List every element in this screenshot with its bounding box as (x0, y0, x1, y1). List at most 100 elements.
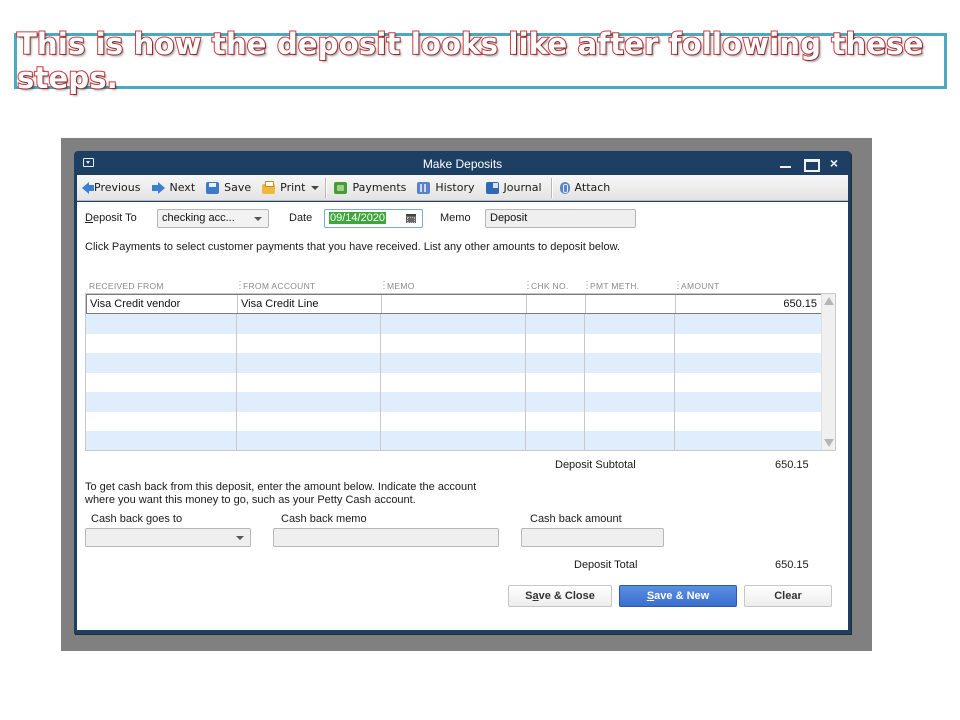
save-new-label-post: ave & New (654, 590, 710, 602)
calendar-icon[interactable] (406, 214, 416, 223)
table-row[interactable] (86, 392, 822, 412)
cash-back-memo-field[interactable] (273, 528, 499, 547)
payments-button[interactable]: Payments (334, 181, 406, 194)
grid-cell[interactable] (526, 353, 585, 373)
grid-cell[interactable] (526, 314, 585, 334)
chevron-down-icon (254, 217, 262, 221)
table-row[interactable] (86, 314, 822, 334)
grid-cell[interactable] (86, 353, 237, 373)
grid-cell[interactable] (86, 314, 237, 334)
save-button[interactable]: Save (206, 181, 251, 194)
journal-button[interactable]: Journal (485, 181, 542, 194)
cash-back-goes-to-select[interactable] (85, 528, 251, 547)
grid-cell[interactable] (381, 353, 526, 373)
grid-cell[interactable] (585, 333, 675, 353)
cell-amount[interactable]: 650.15 (676, 295, 821, 313)
cash-back-amount-field[interactable] (521, 528, 664, 547)
grid-cell[interactable] (526, 411, 585, 431)
grid-cell[interactable] (237, 314, 381, 334)
table-row[interactable] (86, 431, 822, 450)
next-button[interactable]: Next (151, 181, 195, 194)
grid-cell[interactable] (585, 392, 675, 412)
cash-back-memo-label: Cash back memo (281, 513, 367, 525)
grid-cell[interactable] (526, 431, 585, 450)
grid-cell[interactable] (585, 353, 675, 373)
grid-cell[interactable] (585, 411, 675, 431)
chevron-down-icon (236, 536, 244, 540)
grid-cell[interactable] (381, 411, 526, 431)
grid-cell[interactable] (526, 333, 585, 353)
grid-cell[interactable] (675, 314, 820, 334)
grid-cell[interactable] (526, 372, 585, 392)
print-button[interactable]: Print (262, 180, 305, 194)
grid-cell[interactable] (585, 372, 675, 392)
deposit-to-select[interactable]: checking acc... (157, 209, 269, 228)
save-close-label-pre: S (525, 590, 533, 602)
column-header-from-account[interactable]: FROM ACCOUNT (235, 280, 316, 291)
history-button[interactable]: History (417, 181, 475, 194)
cell-pmt-meth[interactable] (586, 295, 676, 313)
grid-cell[interactable] (86, 372, 237, 392)
grid-cell[interactable] (381, 372, 526, 392)
grid-cell[interactable] (237, 431, 381, 450)
payments-icon (334, 181, 348, 194)
grid-cell[interactable] (237, 392, 381, 412)
table-row[interactable] (86, 372, 822, 393)
date-field[interactable]: 09/14/2020 (324, 209, 423, 228)
grid-cell[interactable] (675, 431, 820, 450)
column-header-amount[interactable]: AMOUNT (673, 280, 720, 291)
save-new-button[interactable]: Save & New (619, 585, 737, 607)
grid-cell[interactable] (86, 333, 237, 353)
attach-button[interactable]: Attach (559, 181, 610, 194)
table-row[interactable] (86, 411, 822, 432)
column-header-memo[interactable]: MEMO (379, 280, 415, 291)
toolbar-separator (550, 177, 552, 198)
grid-scrollbar[interactable] (821, 294, 835, 450)
cash-back-instructions-line2: where you want this money to go, such as… (85, 494, 416, 506)
grid-cell[interactable] (675, 373, 820, 393)
grid-cell[interactable] (381, 431, 526, 450)
grid-cell[interactable] (86, 411, 237, 431)
grid-cell[interactable] (675, 334, 820, 354)
deposit-to-accel: D (85, 212, 93, 224)
grid-cell[interactable] (381, 314, 526, 334)
table-row[interactable]: Visa Credit vendor Visa Credit Line 650.… (86, 294, 822, 314)
grid-cell[interactable] (585, 314, 675, 334)
grid-cell[interactable] (381, 392, 526, 412)
cell-received-from[interactable]: Visa Credit vendor (87, 295, 238, 313)
grid-cell[interactable] (237, 333, 381, 353)
cell-memo[interactable] (382, 295, 527, 313)
grid-cell[interactable] (526, 392, 585, 412)
print-dropdown-arrow-icon[interactable] (311, 185, 320, 190)
column-header-received-from[interactable]: RECEIVED FROM (89, 281, 164, 291)
scroll-down-icon[interactable] (824, 439, 834, 447)
grid-cell[interactable] (675, 392, 820, 412)
column-header-pmt-meth[interactable]: PMT METH. (582, 280, 639, 291)
scroll-up-icon[interactable] (824, 297, 834, 305)
grid-cell[interactable] (381, 333, 526, 353)
grid-cell[interactable] (237, 372, 381, 392)
cell-from-account[interactable]: Visa Credit Line (238, 295, 382, 313)
grid-cell[interactable] (237, 353, 381, 373)
caption-banner: This is how the deposit looks like after… (14, 26, 947, 96)
memo-field[interactable]: Deposit (485, 209, 636, 228)
grid-cell[interactable] (237, 411, 381, 431)
close-icon[interactable]: × (827, 156, 841, 170)
cash-back-instructions: To get cash back from this deposit, ente… (85, 481, 545, 507)
print-icon (262, 180, 276, 194)
memo-label: Memo (440, 212, 471, 224)
grid-cell[interactable] (675, 412, 820, 432)
table-row[interactable] (86, 353, 822, 373)
column-header-chk-no[interactable]: CHK NO. (523, 280, 569, 291)
maximize-icon[interactable] (803, 156, 820, 172)
cell-chk-no[interactable] (527, 295, 586, 313)
save-close-button[interactable]: Sa ve & Close (508, 585, 612, 607)
table-row[interactable] (86, 333, 822, 354)
clear-button[interactable]: Clear (744, 585, 832, 607)
grid-cell[interactable] (86, 431, 237, 450)
grid-cell[interactable] (675, 353, 820, 373)
grid-cell[interactable] (86, 392, 237, 412)
grid-cell[interactable] (585, 431, 675, 450)
minimize-icon[interactable] (779, 156, 793, 170)
previous-button[interactable]: Previous (82, 181, 141, 194)
